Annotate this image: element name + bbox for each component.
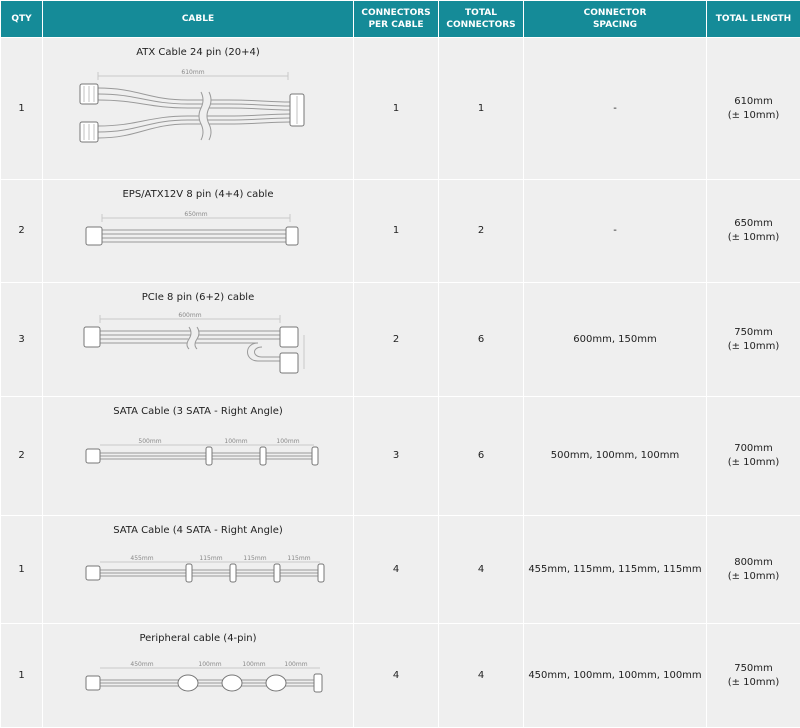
- dimension-label: 100mm: [224, 438, 247, 445]
- header-qty: QTY: [1, 1, 43, 38]
- cable-cell: PCIe 8 pin (6+2) cable: [43, 283, 354, 397]
- qty-cell: 2: [1, 397, 43, 516]
- header-line: PER CABLE: [358, 19, 434, 31]
- table-row: 1 ATX Cable 24 pin (20+4): [1, 38, 800, 180]
- total-connectors-cell: 4: [439, 516, 524, 624]
- connector-spacing-cell: 500mm, 100mm, 100mm: [524, 397, 707, 516]
- connectors-per-cable-cell: 4: [354, 624, 439, 728]
- cable-title: Peripheral cable (4-pin): [43, 632, 353, 646]
- total-connectors-cell: 6: [439, 283, 524, 397]
- dimension-label: 115mm: [243, 555, 266, 562]
- header-total-length: TOTAL LENGTH: [707, 1, 800, 38]
- cable-title: SATA Cable (3 SATA - Right Angle): [43, 405, 353, 419]
- qty-cell: 1: [1, 516, 43, 624]
- length-tolerance: (± 10mm): [707, 109, 800, 123]
- length-value: 750mm: [707, 662, 800, 676]
- sata-4-cable-icon: 455mm 115mm 115mm 115mm: [68, 542, 328, 598]
- table-row: 1 Peripheral cable (4-pin): [1, 624, 800, 728]
- connectors-per-cable-cell: 4: [354, 516, 439, 624]
- total-length-cell: 700mm (± 10mm): [707, 397, 800, 516]
- length-value: 610mm: [707, 95, 800, 109]
- peripheral-4pin-cable-icon: 450mm 100mm 100mm 100mm: [68, 650, 328, 706]
- dimension-label: 650mm: [184, 211, 207, 218]
- cable-title: ATX Cable 24 pin (20+4): [43, 46, 353, 60]
- header-line: TOTAL: [443, 7, 519, 19]
- table-row: 2 EPS/ATX12V 8 pin (4+4) cable: [1, 180, 800, 283]
- cable-cell: Peripheral cable (4-pin): [43, 624, 354, 728]
- total-connectors-cell: 6: [439, 397, 524, 516]
- sata-3-cable-icon: 500mm 100mm 100mm: [68, 423, 328, 483]
- dimension-label: 610mm: [181, 69, 204, 76]
- connectors-per-cable-cell: 3: [354, 397, 439, 516]
- total-length-cell: 610mm (± 10mm): [707, 38, 800, 180]
- connector-spacing-cell: -: [524, 38, 707, 180]
- length-tolerance: (± 10mm): [707, 676, 800, 690]
- qty-cell: 2: [1, 180, 43, 283]
- total-connectors-cell: 4: [439, 624, 524, 728]
- header-total-connectors: TOTAL CONNECTORS: [439, 1, 524, 38]
- connector-spacing-cell: -: [524, 180, 707, 283]
- cable-title: EPS/ATX12V 8 pin (4+4) cable: [43, 188, 353, 202]
- table-row: 3 PCIe 8 pin (6+2) cable: [1, 283, 800, 397]
- atx-24pin-cable-icon: 610mm: [68, 64, 328, 146]
- dimension-label: 100mm: [198, 661, 221, 668]
- dimension-label: 500mm: [138, 438, 161, 445]
- length-value: 800mm: [707, 556, 800, 570]
- table-row: 1 SATA Cable (4 SATA - Right Angle): [1, 516, 800, 624]
- connector-spacing-cell: 450mm, 100mm, 100mm, 100mm: [524, 624, 707, 728]
- eps-8pin-cable-icon: 650mm: [68, 206, 328, 256]
- total-length-cell: 650mm (± 10mm): [707, 180, 800, 283]
- total-connectors-cell: 1: [439, 38, 524, 180]
- header-line: CONNECTOR: [528, 7, 702, 19]
- header-cable: CABLE: [43, 1, 354, 38]
- dimension-label: 600mm: [178, 312, 201, 319]
- qty-cell: 1: [1, 624, 43, 728]
- header-line: CONNECTORS: [443, 19, 519, 31]
- cable-cell: SATA Cable (3 SATA - Right Angle): [43, 397, 354, 516]
- table-row: 2 SATA Cable (3 SATA - Right Angle): [1, 397, 800, 516]
- header-row: QTY CABLE CONNECTORS PER CABLE TOTAL CON…: [1, 1, 800, 38]
- connectors-per-cable-cell: 1: [354, 38, 439, 180]
- length-tolerance: (± 10mm): [707, 231, 800, 245]
- length-tolerance: (± 10mm): [707, 340, 800, 354]
- dimension-label: 100mm: [242, 661, 265, 668]
- connector-spacing-cell: 600mm, 150mm: [524, 283, 707, 397]
- cable-cell: EPS/ATX12V 8 pin (4+4) cable: [43, 180, 354, 283]
- length-value: 750mm: [707, 326, 800, 340]
- dimension-label: 100mm: [284, 661, 307, 668]
- dimension-label: 455mm: [130, 555, 153, 562]
- header-connectors-per-cable: CONNECTORS PER CABLE: [354, 1, 439, 38]
- connector-spacing-cell: 455mm, 115mm, 115mm, 115mm: [524, 516, 707, 624]
- dimension-label: 115mm: [199, 555, 222, 562]
- connectors-per-cable-cell: 2: [354, 283, 439, 397]
- header-line: CONNECTORS: [358, 7, 434, 19]
- dimension-label: 115mm: [287, 555, 310, 562]
- cable-title: PCIe 8 pin (6+2) cable: [43, 291, 353, 305]
- header-line: SPACING: [528, 19, 702, 31]
- length-value: 700mm: [707, 442, 800, 456]
- total-length-cell: 800mm (± 10mm): [707, 516, 800, 624]
- total-length-cell: 750mm (± 10mm): [707, 283, 800, 397]
- length-value: 650mm: [707, 217, 800, 231]
- cable-spec-table: QTY CABLE CONNECTORS PER CABLE TOTAL CON…: [0, 0, 800, 728]
- dimension-label: 450mm: [130, 661, 153, 668]
- length-tolerance: (± 10mm): [707, 570, 800, 584]
- connectors-per-cable-cell: 1: [354, 180, 439, 283]
- dimension-label: 100mm: [276, 438, 299, 445]
- total-length-cell: 750mm (± 10mm): [707, 624, 800, 728]
- pcie-8pin-cable-icon: 600mm: [68, 309, 328, 379]
- cable-cell: SATA Cable (4 SATA - Right Angle): [43, 516, 354, 624]
- qty-cell: 1: [1, 38, 43, 180]
- cable-cell: ATX Cable 24 pin (20+4): [43, 38, 354, 180]
- qty-cell: 3: [1, 283, 43, 397]
- header-connector-spacing: CONNECTOR SPACING: [524, 1, 707, 38]
- total-connectors-cell: 2: [439, 180, 524, 283]
- cable-title: SATA Cable (4 SATA - Right Angle): [43, 524, 353, 538]
- length-tolerance: (± 10mm): [707, 456, 800, 470]
